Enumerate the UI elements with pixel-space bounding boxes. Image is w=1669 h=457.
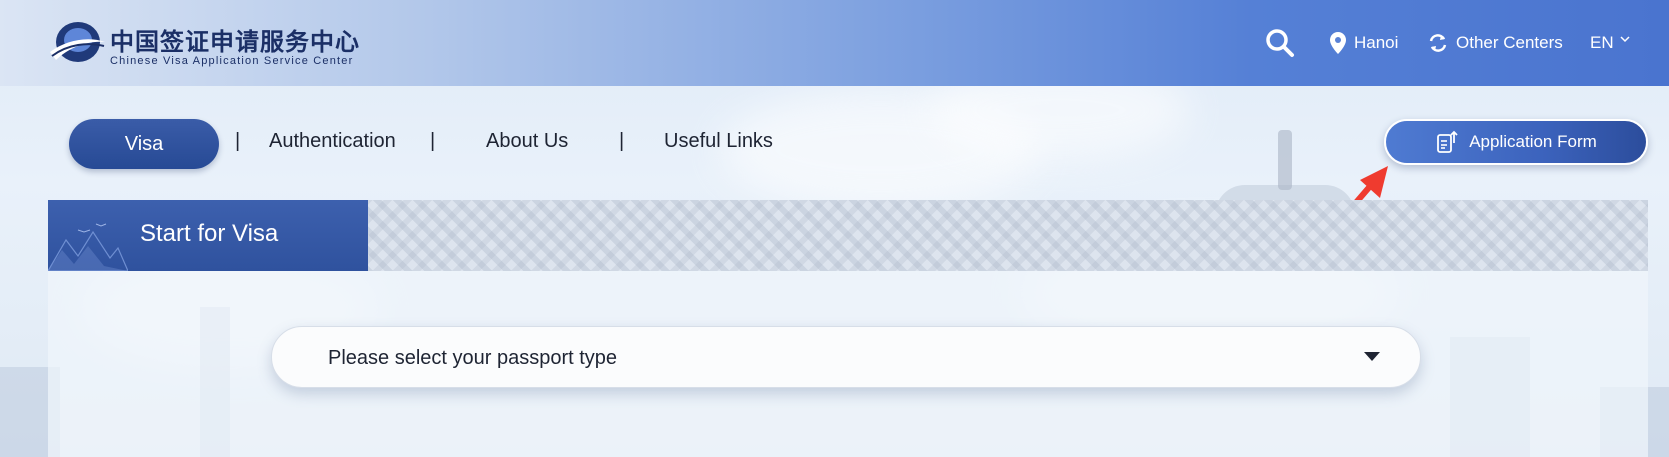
- logo-title-cn: 中国签证申请服务中心: [110, 27, 360, 56]
- visa-start-panel: Start for Visa Please select your passpo…: [48, 200, 1648, 457]
- mountain-decoration-icon: [48, 223, 128, 271]
- panel-tab: Start for Visa: [48, 200, 368, 271]
- form-upload-icon: [1437, 130, 1458, 153]
- nav-separator: |: [430, 130, 436, 152]
- panel-title: Start for Visa: [140, 220, 279, 247]
- refresh-icon: [1429, 34, 1447, 52]
- globe-logo-icon: [50, 22, 105, 62]
- site-logo[interactable]: 中国签证申请服务中心 Chinese Visa Application Serv…: [48, 14, 359, 70]
- other-centers-link[interactable]: Other Centers: [1428, 28, 1563, 58]
- nav-item-authentication[interactable]: Authentication: [269, 130, 396, 153]
- passport-type-placeholder: Please select your passport type: [328, 347, 618, 369]
- nav-separator: |: [235, 130, 241, 152]
- application-form-button[interactable]: Application Form: [1384, 119, 1648, 165]
- search-icon: [1266, 29, 1294, 57]
- nav-item-about-us[interactable]: About Us: [486, 130, 568, 153]
- top-header: 中国签证申请服务中心 Chinese Visa Application Serv…: [0, 0, 1669, 86]
- caret-down-icon: [1364, 352, 1380, 361]
- nav-item-visa[interactable]: Visa: [69, 119, 219, 169]
- language-label: EN: [1590, 33, 1614, 52]
- language-selector[interactable]: EN: [1590, 28, 1630, 58]
- other-centers-label: Other Centers: [1456, 33, 1563, 52]
- chevron-down-icon: [1620, 36, 1630, 43]
- nav-item-useful-links[interactable]: Useful Links: [664, 130, 773, 153]
- location-label: Hanoi: [1354, 33, 1399, 52]
- logo-title-en: Chinese Visa Application Service Center: [110, 55, 354, 67]
- passport-type-select[interactable]: Please select your passport type: [271, 326, 1421, 388]
- location-selector[interactable]: Hanoi: [1330, 28, 1398, 58]
- application-form-label: Application Form: [1469, 132, 1597, 151]
- location-pin-icon: [1330, 32, 1346, 54]
- nav-separator: |: [619, 130, 625, 152]
- search-button[interactable]: [1265, 28, 1303, 58]
